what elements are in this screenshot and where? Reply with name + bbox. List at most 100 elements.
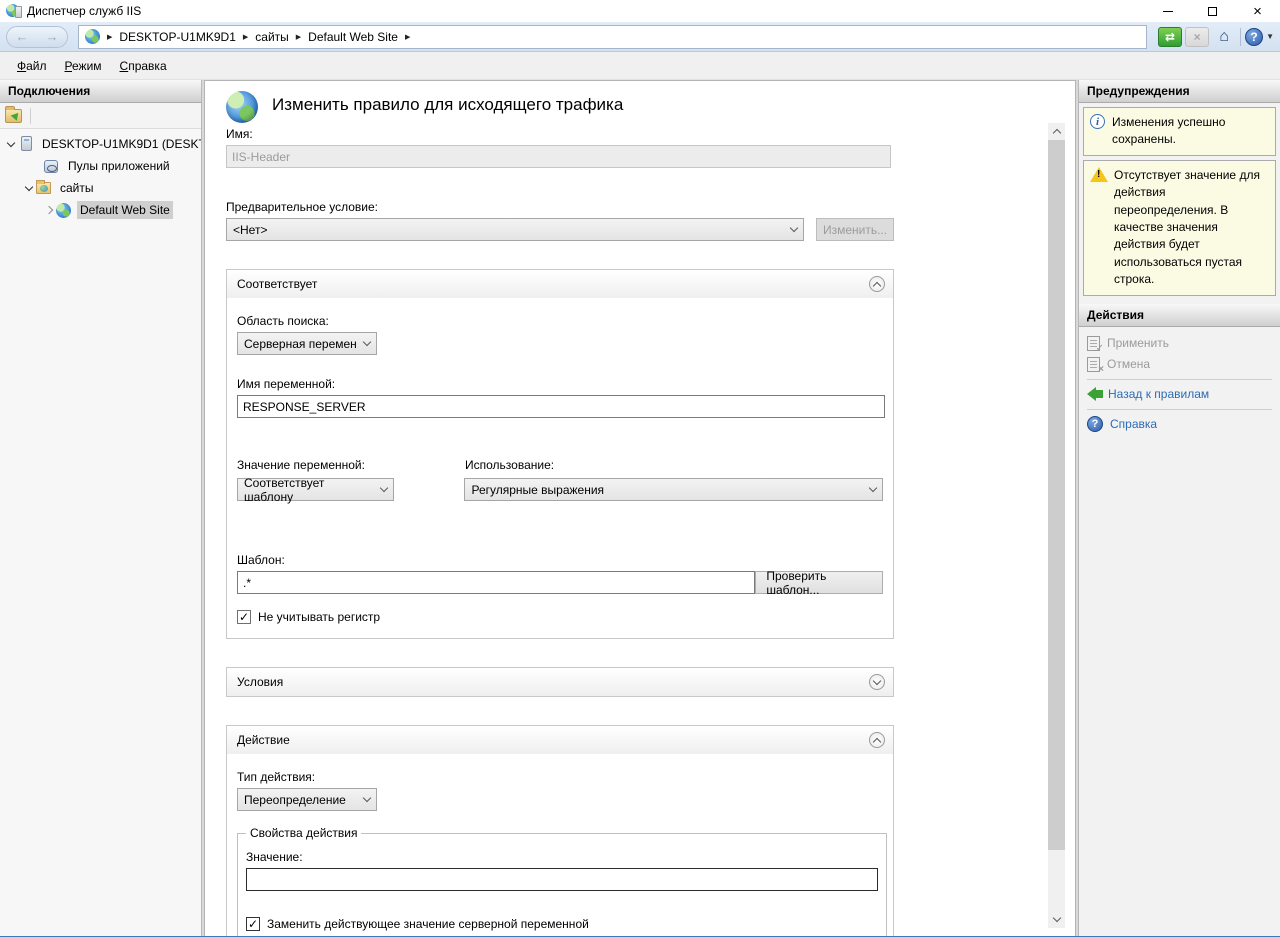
chevron-down-icon[interactable] — [7, 138, 15, 146]
action-type-select[interactable]: Переопределение — [237, 788, 377, 811]
chevron-down-icon — [363, 338, 371, 346]
chevron-up-icon — [873, 281, 881, 289]
chevron-down-icon — [1052, 914, 1060, 922]
breadcrumb-arrow-icon[interactable]: ▶ — [107, 33, 112, 41]
replace-value-row[interactable]: ✓ Заменить действующее значение серверно… — [246, 917, 878, 931]
scrollbar-thumb[interactable] — [1048, 140, 1065, 850]
action-value-input[interactable] — [246, 868, 878, 891]
collapse-section-button[interactable] — [869, 732, 885, 748]
scope-select[interactable]: Серверная переменн — [237, 332, 377, 355]
collapse-section-button[interactable] — [869, 276, 885, 292]
tree-item-sites[interactable]: сайты — [0, 177, 201, 199]
connections-tree: DESKTOP-U1MK9D1 (DESKTOP Пулы приложений… — [0, 129, 201, 221]
match-section-header[interactable]: Соответствует — [227, 270, 893, 298]
warning-icon: ! — [1090, 167, 1108, 182]
actions-separator — [1087, 409, 1272, 410]
restore-button[interactable] — [1190, 0, 1235, 22]
breadcrumb-default-web-site[interactable]: Default Web Site — [308, 30, 398, 44]
server-icon — [21, 136, 32, 151]
vertical-scrollbar[interactable] — [1048, 123, 1065, 928]
window-title: Диспетчер служб IIS — [27, 4, 1145, 18]
variable-value-value: Соответствует шаблону — [244, 476, 373, 504]
chevron-up-icon — [1052, 129, 1060, 137]
page-title: Изменить правило для исходящего трафика — [272, 95, 623, 115]
tree-label-app-pools[interactable]: Пулы приложений — [65, 157, 173, 175]
action-value-label: Значение: — [246, 850, 878, 864]
menu-help[interactable]: Справка — [111, 55, 176, 77]
globe-icon — [85, 29, 100, 44]
chevron-down-icon — [363, 794, 371, 802]
help-link[interactable]: Справка — [1110, 417, 1157, 431]
help-dropdown-caret[interactable]: ▼ — [1266, 32, 1274, 41]
test-pattern-button[interactable]: Проверить шаблон... — [755, 571, 883, 594]
ignore-case-label: Не учитывать регистр — [258, 610, 380, 624]
forward-button[interactable]: → — [46, 30, 59, 43]
back-button[interactable]: ← — [16, 30, 29, 43]
chevron-right-icon[interactable] — [45, 206, 53, 214]
using-select[interactable]: Регулярные выражения — [464, 478, 883, 501]
pattern-input[interactable]: .* — [237, 571, 755, 594]
replace-value-checkbox[interactable]: ✓ — [246, 917, 260, 931]
conditions-section-title: Условия — [237, 675, 283, 689]
actions-header: Действия — [1079, 304, 1280, 327]
check-icon: ✓ — [239, 611, 249, 623]
home-icon: ⌂ — [1219, 28, 1229, 46]
expand-section-button[interactable] — [869, 674, 885, 690]
menu-file[interactable]: Файл — [8, 55, 56, 77]
breadcrumb-arrow-icon[interactable]: ▶ — [243, 33, 248, 41]
home-button[interactable]: ⌂ — [1212, 27, 1236, 47]
minimize-icon — [1163, 11, 1173, 12]
variable-name-input[interactable]: RESPONSE_SERVER — [237, 395, 885, 418]
chevron-down-icon[interactable] — [25, 182, 33, 190]
connections-header: Подключения — [0, 80, 201, 103]
scroll-up-button[interactable] — [1048, 123, 1065, 140]
ignore-case-row[interactable]: ✓ Не учитывать регистр — [237, 610, 883, 624]
breadcrumb-server[interactable]: DESKTOP-U1MK9D1 — [119, 30, 235, 44]
help-button[interactable]: ? — [1245, 28, 1263, 46]
help-action[interactable]: ? Справка — [1079, 414, 1280, 435]
breadcrumb-arrow-icon[interactable]: ▶ — [296, 33, 301, 41]
actions-list: ✓ Применить × Отмена Назад к правилам ? … — [1079, 327, 1280, 435]
tree-label-default-web-site[interactable]: Default Web Site — [77, 201, 173, 219]
sites-folder-icon — [36, 182, 51, 194]
refresh-button[interactable]: ⇄ — [1158, 27, 1182, 47]
tree-item-app-pools[interactable]: Пулы приложений — [0, 155, 201, 177]
menu-view[interactable]: Режим — [56, 55, 111, 77]
conditions-section-header[interactable]: Условия — [227, 668, 893, 696]
tree-item-default-web-site[interactable]: Default Web Site — [0, 199, 201, 221]
variable-value-select[interactable]: Соответствует шаблону — [237, 478, 394, 501]
apply-action: ✓ Применить — [1079, 333, 1280, 354]
help-icon: ? — [1087, 416, 1103, 432]
action-section-title: Действие — [237, 733, 290, 747]
action-type-value: Переопределение — [244, 793, 346, 807]
back-to-rules-action[interactable]: Назад к правилам — [1079, 384, 1280, 405]
actions-separator — [1087, 379, 1272, 380]
close-button[interactable]: × — [1235, 0, 1280, 22]
apply-icon: ✓ — [1087, 336, 1100, 351]
breadcrumb-arrow-icon[interactable]: ▶ — [405, 33, 410, 41]
toolbar-separator — [1240, 28, 1241, 46]
address-toolbar: ⇄ × ⌂ ? ▼ — [1155, 27, 1274, 47]
tree-item-server[interactable]: DESKTOP-U1MK9D1 (DESKTOP — [0, 133, 201, 155]
precondition-select[interactable]: <Нет> — [226, 218, 804, 241]
breadcrumb-sites[interactable]: сайты — [255, 30, 289, 44]
action-section-header[interactable]: Действие — [227, 726, 893, 754]
stop-button: × — [1185, 27, 1209, 47]
iis-app-icon — [6, 3, 22, 19]
ignore-case-checkbox[interactable]: ✓ — [237, 610, 251, 624]
chevron-up-icon — [873, 737, 881, 745]
address-bar-row: ← → ▶ DESKTOP-U1MK9D1 ▶ сайты ▶ Default … — [0, 22, 1280, 52]
tree-label-sites[interactable]: сайты — [57, 179, 97, 197]
minimize-button[interactable] — [1145, 0, 1190, 22]
close-icon: × — [1253, 3, 1262, 20]
chevron-down-icon — [790, 224, 798, 232]
scroll-down-button[interactable] — [1048, 911, 1065, 928]
stop-icon: × — [1194, 30, 1201, 44]
check-icon: ✓ — [248, 918, 258, 930]
cancel-icon: × — [1087, 357, 1100, 372]
tree-label-server[interactable]: DESKTOP-U1MK9D1 (DESKTOP — [39, 135, 201, 153]
save-connection-icon[interactable] — [5, 109, 22, 123]
address-breadcrumb-bar[interactable]: ▶ DESKTOP-U1MK9D1 ▶ сайты ▶ Default Web … — [78, 25, 1147, 49]
back-to-rules-link[interactable]: Назад к правилам — [1108, 387, 1209, 401]
cancel-label: Отмена — [1107, 357, 1150, 371]
